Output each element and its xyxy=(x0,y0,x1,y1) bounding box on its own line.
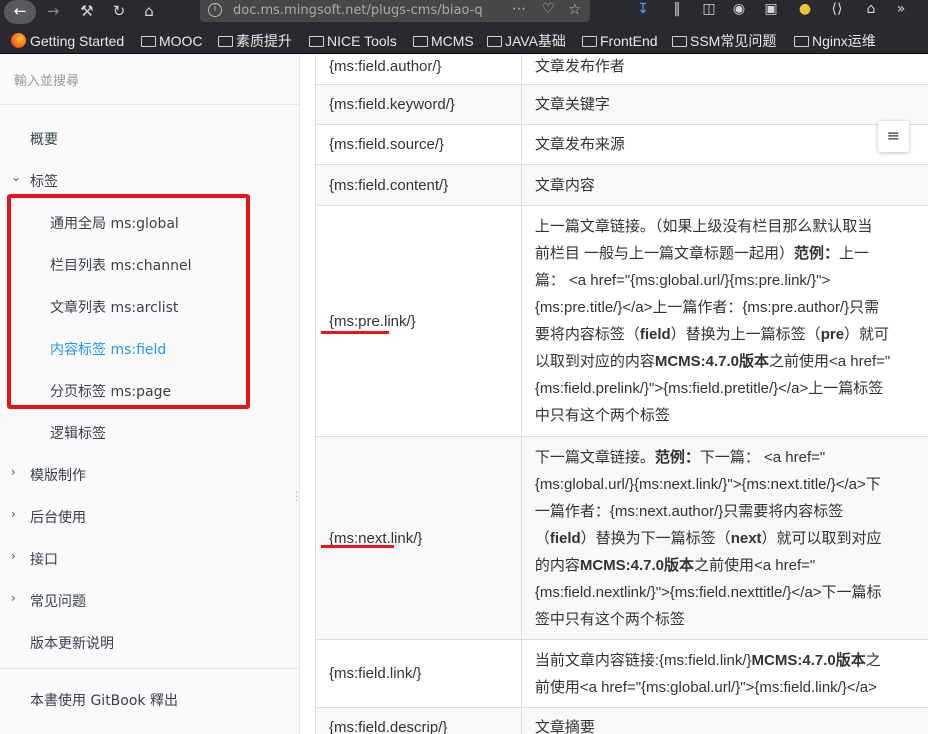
chevron-right-icon[interactable]: › xyxy=(11,549,16,563)
pocket-icon[interactable]: ♡ xyxy=(542,1,555,17)
extension-icon[interactable]: ⌂ xyxy=(860,1,882,17)
bookmark-mooc[interactable]: MOOC xyxy=(141,31,203,51)
desc-cell: 文章发布来源 xyxy=(520,124,928,165)
red-underline-annotation xyxy=(321,331,389,334)
url-text[interactable]: doc.ms.mingsoft.net/plugs-cms/biao-q xyxy=(233,3,483,18)
desc-cell: 上一篇文章链接。（如果上级没有栏目那么默认取当 前栏目 一般与上一篇文章标题一起… xyxy=(520,205,928,437)
table-row: {ms:field.link/} 当前文章内容链接:{ms:field.link… xyxy=(315,639,928,708)
divider xyxy=(0,668,299,669)
menu-icon[interactable]: ≡ xyxy=(878,121,909,152)
gitbook-link[interactable]: 本書使用 GitBook 釋出 xyxy=(30,690,178,710)
bookmark-folder[interactable]: 素质提升 xyxy=(218,31,292,51)
folder-icon xyxy=(582,36,597,47)
table-row: {ms:next.link/} 下一篇文章链接。范例：下一篇： <a href=… xyxy=(315,436,928,640)
table-row: {ms:field.keyword/} 文章关键字 xyxy=(315,84,928,125)
book-summary-sidebar: 輸入並搜尋 概要 ⌄ 标签 通用全局 ms:global 栏目列表 ms:cha… xyxy=(0,55,300,734)
home-icon[interactable]: ⌂ xyxy=(136,0,162,24)
bookmark-frontend[interactable]: FrontEnd xyxy=(582,31,658,51)
folder-icon xyxy=(794,36,809,47)
forward-arrow-icon[interactable]: → xyxy=(40,0,66,24)
bookmark-java[interactable]: JAVA基础 xyxy=(487,31,566,51)
divider xyxy=(0,104,299,105)
table-row: {ms:field.source/} 文章发布来源 xyxy=(315,124,928,165)
red-underline-annotation xyxy=(321,545,394,548)
chevron-down-icon[interactable]: ⌄ xyxy=(11,170,21,184)
bookmarks-bar: Getting Started MOOC 素质提升 NICE Tools MCM… xyxy=(0,28,928,54)
back-arrow-icon[interactable]: ← xyxy=(4,0,36,24)
table-row: {ms:pre.link/} 上一篇文章链接。（如果上级没有栏目那么默认取当 前… xyxy=(315,205,928,437)
sidebar-item-tags[interactable]: 标签 xyxy=(30,171,58,191)
address-bar[interactable]: i doc.ms.mingsoft.net/plugs-cms/biao-q ⋯… xyxy=(200,0,590,22)
desc-cell: 文章摘要 xyxy=(520,707,928,734)
folder-icon xyxy=(309,36,324,47)
desc-cell: 文章内容 xyxy=(520,164,928,206)
folder-icon xyxy=(487,36,502,47)
bookmark-mcms[interactable]: MCMS xyxy=(413,31,474,51)
tag-cell: {ms:field.keyword/} xyxy=(315,84,522,125)
bookmark-nice-tools[interactable]: NICE Tools xyxy=(309,31,397,51)
sidebar-item-admin[interactable]: 后台使用 xyxy=(30,507,86,527)
folder-icon xyxy=(141,36,156,47)
tag-cell: {ms:field.content/} xyxy=(315,164,522,206)
tag-cell: {ms:field.descrip/} xyxy=(315,707,522,734)
folder-icon xyxy=(672,36,687,47)
table-row: {ms:field.author/} 文章发布作者 xyxy=(315,55,928,85)
highlight-annotation-box xyxy=(7,194,250,409)
devtools-icon[interactable]: ⟨⟩ xyxy=(826,1,848,17)
tag-cell: {ms:field.author/} xyxy=(315,55,522,85)
sidebar-item-template[interactable]: 模版制作 xyxy=(30,465,86,485)
bookmark-star-icon[interactable]: ☆ xyxy=(568,0,581,18)
firefox-icon xyxy=(11,33,26,48)
sidebar-item-logic[interactable]: 逻辑标签 xyxy=(50,423,106,443)
chevron-right-icon[interactable]: › xyxy=(11,591,16,605)
resize-handle-icon[interactable]: · · · xyxy=(295,487,299,506)
sidebar-item-api[interactable]: 接口 xyxy=(30,549,58,569)
more-actions-icon[interactable]: ⋯ xyxy=(512,1,526,17)
bookmark-ssm[interactable]: SSM常见问题 xyxy=(672,31,776,51)
sidebar-item-changelog[interactable]: 版本更新说明 xyxy=(30,633,114,653)
tag-cell: {ms:pre.link/} xyxy=(315,205,522,437)
table-row: {ms:field.content/} 文章内容 xyxy=(315,164,928,206)
tag-table: {ms:field.author/} 文章发布作者 {ms:field.keyw… xyxy=(315,55,928,734)
screenshot-icon[interactable]: ▣ xyxy=(760,1,782,17)
desc-cell: 文章发布作者 xyxy=(520,55,928,85)
desc-cell: 当前文章内容链接:{ms:field.link/}MCMS:4.7.0版本之 前… xyxy=(520,639,928,708)
overflow-menu-icon[interactable]: » xyxy=(890,1,912,17)
site-info-icon[interactable]: i xyxy=(208,3,222,17)
account-icon[interactable]: ◉ xyxy=(728,1,750,17)
bookmark-nginx[interactable]: Nginx运维 xyxy=(794,31,876,51)
browser-toolbar: ← → ⚒ ↻ ⌂ i doc.ms.mingsoft.net/plugs-cm… xyxy=(0,0,928,28)
tag-cell: {ms:field.link/} xyxy=(315,639,522,708)
download-icon[interactable]: ↧ xyxy=(632,1,654,17)
chevron-right-icon[interactable]: › xyxy=(11,465,16,479)
desc-cell: 下一篇文章链接。范例：下一篇： <a href=" {ms:global.url… xyxy=(520,436,928,640)
extension-color-icon[interactable]: ● xyxy=(794,1,816,17)
tag-cell: {ms:field.source/} xyxy=(315,124,522,165)
sidebar-icon[interactable]: ◫ xyxy=(698,1,720,17)
wrench-icon[interactable]: ⚒ xyxy=(74,0,100,24)
folder-icon xyxy=(218,36,233,47)
bookmark-getting-started[interactable]: Getting Started xyxy=(11,31,124,51)
search-input[interactable]: 輸入並搜尋 xyxy=(14,70,79,89)
folder-icon xyxy=(413,36,428,47)
sidebar-item-overview[interactable]: 概要 xyxy=(30,129,58,149)
library-icon[interactable]: ‖ xyxy=(666,1,688,17)
sidebar-item-faq[interactable]: 常见问题 xyxy=(30,591,86,611)
reload-icon[interactable]: ↻ xyxy=(106,0,132,24)
chevron-right-icon[interactable]: › xyxy=(11,507,16,521)
tag-cell: {ms:next.link/} xyxy=(315,436,522,640)
page-content: {ms:field.author/} 文章发布作者 {ms:field.keyw… xyxy=(300,55,928,734)
table-row: {ms:field.descrip/} 文章摘要 xyxy=(315,707,928,734)
desc-cell: 文章关键字 xyxy=(520,84,928,125)
